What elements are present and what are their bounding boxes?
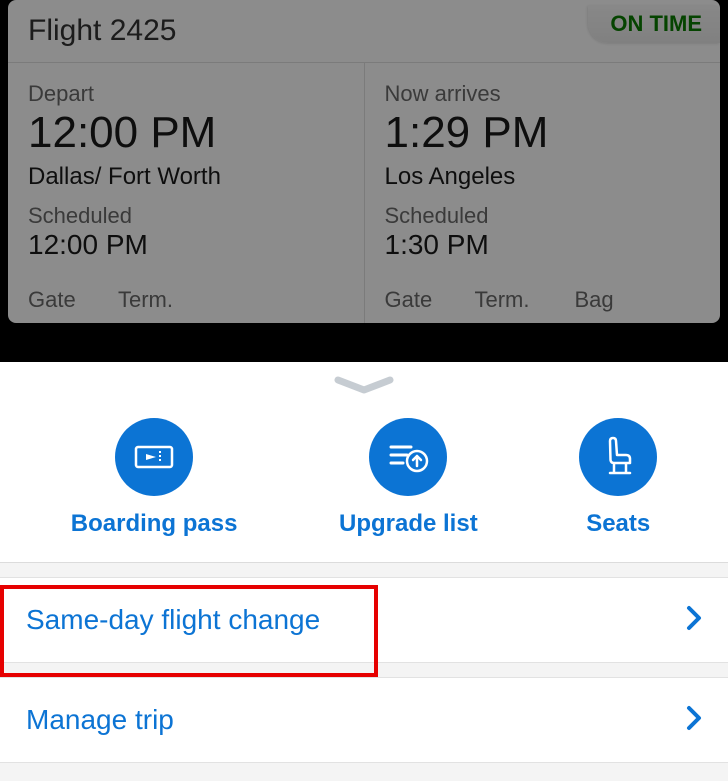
same-day-change-label: Same-day flight change (26, 604, 320, 636)
depart-column: Depart 12:00 PM Dallas/ Fort Worth Sched… (8, 63, 365, 323)
arrive-bag-label: Bag (575, 287, 655, 313)
depart-sched-label: Scheduled (28, 203, 344, 229)
flight-body: Depart 12:00 PM Dallas/ Fort Worth Sched… (8, 63, 720, 323)
arrive-sched-label: Scheduled (385, 203, 701, 229)
boarding-pass-icon (115, 418, 193, 496)
depart-sched-time: 12:00 PM (28, 229, 344, 261)
chevron-down-icon (334, 376, 394, 394)
depart-gate-label: Gate (28, 287, 118, 313)
flight-title: Flight 2425 (28, 14, 176, 48)
depart-city: Dallas/ Fort Worth (28, 163, 344, 191)
upgrade-list-icon (369, 418, 447, 496)
sheet-top: Boarding pass Upgrade list (0, 362, 728, 563)
depart-term-label: Term. (118, 287, 218, 313)
arrive-gate-label: Gate (385, 287, 475, 313)
seats-label: Seats (586, 510, 650, 538)
depart-label: Depart (28, 81, 344, 107)
upgrade-list-label: Upgrade list (339, 510, 478, 538)
manage-trip-label: Manage trip (26, 704, 174, 736)
upgrade-list-button[interactable]: Upgrade list (339, 418, 478, 538)
flight-card-header: Flight 2425 ON TIME (8, 0, 720, 63)
boarding-pass-button[interactable]: Boarding pass (71, 418, 238, 538)
arrive-column: Now arrives 1:29 PM Los Angeles Schedule… (365, 63, 721, 323)
seats-icon (579, 418, 657, 496)
flight-card: Flight 2425 ON TIME Depart 12:00 PM Dall… (8, 0, 720, 323)
arrive-time: 1:29 PM (385, 109, 701, 157)
chevron-right-icon (686, 705, 702, 736)
arrive-label: Now arrives (385, 81, 701, 107)
bottom-sheet: Boarding pass Upgrade list (0, 362, 728, 781)
arrive-sched-time: 1:30 PM (385, 229, 701, 261)
boarding-pass-label: Boarding pass (71, 510, 238, 538)
chevron-right-icon (686, 605, 702, 636)
action-row: Boarding pass Upgrade list (0, 418, 728, 538)
manage-trip-item[interactable]: Manage trip (0, 677, 728, 763)
arrive-meta-row: Gate Term. Bag (385, 287, 701, 313)
sheet-handle[interactable] (0, 376, 728, 394)
depart-time: 12:00 PM (28, 109, 344, 157)
status-badge: ON TIME (588, 5, 720, 43)
same-day-change-item[interactable]: Same-day flight change (0, 577, 728, 663)
arrive-term-label: Term. (475, 287, 575, 313)
depart-meta-row: Gate Term. (28, 287, 344, 313)
arrive-city: Los Angeles (385, 163, 701, 191)
seats-button[interactable]: Seats (579, 418, 657, 538)
